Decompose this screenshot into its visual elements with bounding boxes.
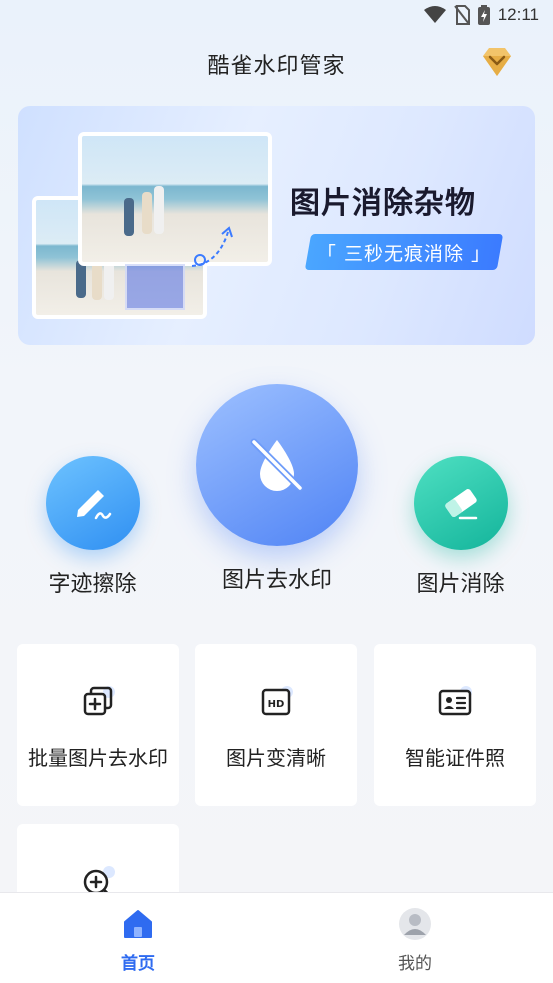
user-avatar-icon [399,908,431,940]
batch-add-icon [83,686,115,716]
hd-icon: HD [261,686,293,716]
app-title: 酷雀水印管家 [207,54,346,79]
feature-label: 图片消除 [416,572,505,597]
eraser-icon [413,456,508,550]
beach-photo-after [78,132,272,266]
card-id-photo[interactable]: 智能证件照 [374,644,536,806]
nav-mine[interactable]: 我的 [345,893,485,974]
banner-pill: 「 三秒无痕消除 」 [304,234,504,270]
feature-label: 图片去水印 [221,568,332,593]
pen-signature-icon [45,456,140,550]
id-card-icon [438,686,472,716]
svg-text:HD: HD [268,699,285,710]
promo-banner[interactable]: 图片消除杂物 「 三秒无痕消除 」 [18,106,535,345]
feature-image-erase[interactable]: 图片消除 [398,456,523,598]
wifi-icon [423,6,446,23]
feature-handwriting-erase[interactable]: 字迹擦除 [30,456,155,598]
feature-remove-watermark[interactable]: 图片去水印 [196,384,358,594]
home-icon [124,910,152,938]
sim-no-signal-icon [453,5,470,25]
no-watermark-drop-icon [196,384,358,546]
diamond-crown-icon[interactable] [477,42,517,82]
battery-charging-icon [477,5,490,25]
status-icons: 12:11 [423,5,539,25]
banner-pill-text: 「 三秒无痕消除 」 [316,242,492,265]
banner-headline: 图片消除杂物 [290,186,476,221]
bottom-nav: 首页 我的 [0,892,553,983]
card-image-enhance[interactable]: HD 图片变清晰 [195,644,357,806]
card-label: 智能证件照 [405,746,505,770]
nav-home-label: 首页 [121,954,155,974]
status-time: 12:11 [497,5,539,24]
card-label: 批量图片去水印 [28,746,168,770]
arrow-icon [191,226,233,267]
nav-mine-label: 我的 [398,954,432,974]
nav-home[interactable]: 首页 [68,893,208,974]
card-batch-remove-watermark[interactable]: 批量图片去水印 [17,644,179,806]
status-bar: 12:11 [0,0,553,32]
feature-label: 字迹擦除 [48,572,137,597]
card-label: 图片变清晰 [226,746,326,770]
selection-box [125,264,185,310]
